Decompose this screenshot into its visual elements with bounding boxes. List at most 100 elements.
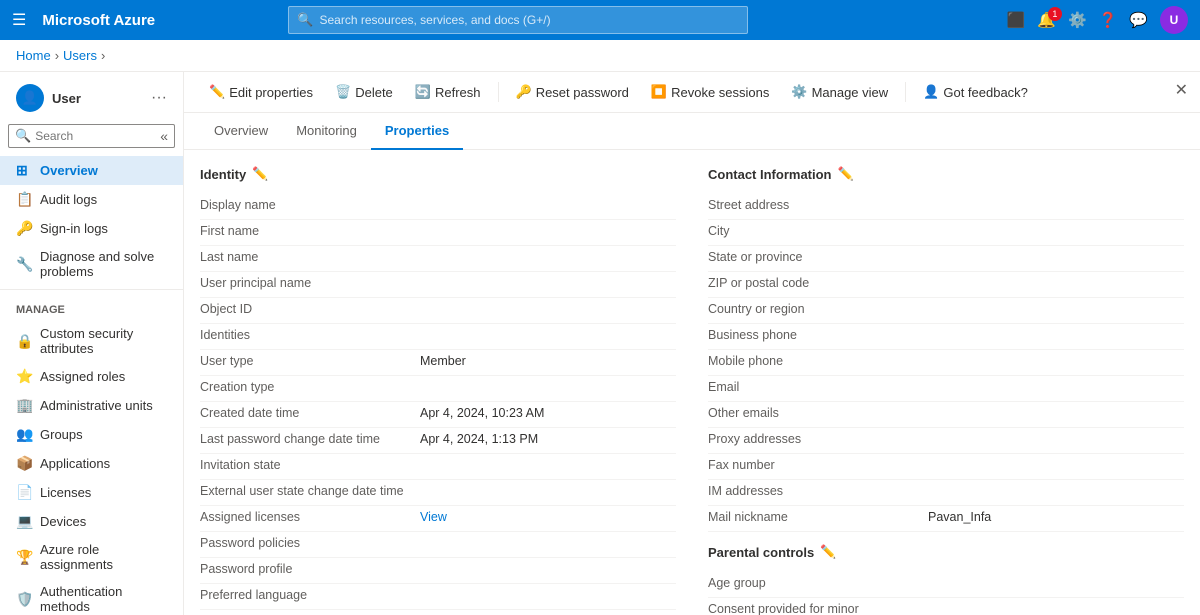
sidebar-item-assigned-roles-label: Assigned roles bbox=[40, 369, 125, 384]
sidebar-item-diagnose[interactable]: 🔧 Diagnose and solve problems bbox=[0, 243, 183, 285]
prop-row: Last name bbox=[200, 246, 676, 272]
prop-row: Identities bbox=[200, 324, 676, 350]
prop-row: Mobile phone bbox=[708, 350, 1184, 376]
sidebar-item-azure-role[interactable]: 🏆 Azure role assignments bbox=[0, 536, 183, 578]
delete-label: Delete bbox=[355, 85, 393, 100]
prop-row: External user state change date time bbox=[200, 480, 676, 506]
breadcrumb-users[interactable]: Users bbox=[63, 48, 97, 63]
prop-row: City bbox=[708, 220, 1184, 246]
prop-row: Display name bbox=[200, 194, 676, 220]
sidebar-item-devices[interactable]: 💻 Devices bbox=[0, 507, 183, 536]
hamburger-icon[interactable]: ☰ bbox=[12, 10, 26, 30]
prop-row: Business phone bbox=[708, 324, 1184, 350]
assigned-roles-icon: ⭐ bbox=[16, 368, 32, 385]
manage-view-button[interactable]: ⚙️ Manage view bbox=[782, 78, 897, 106]
tab-overview[interactable]: Overview bbox=[200, 113, 282, 150]
breadcrumb-sep2: › bbox=[101, 48, 105, 63]
sidebar-ellipsis-btn[interactable]: ··· bbox=[151, 89, 167, 107]
prop-label: Creation type bbox=[200, 380, 420, 394]
breadcrumb-home[interactable]: Home bbox=[16, 48, 51, 63]
tab-properties[interactable]: Properties bbox=[371, 113, 463, 150]
revoke-icon: ⏹️ bbox=[651, 84, 667, 100]
feedback-icon[interactable]: 💬 bbox=[1129, 11, 1148, 29]
prop-row: IM addresses bbox=[708, 480, 1184, 506]
feedback-label: Got feedback? bbox=[943, 85, 1028, 100]
settings-icon[interactable]: ⚙️ bbox=[1068, 11, 1087, 29]
sidebar-item-audit-label: Audit logs bbox=[40, 192, 97, 207]
prop-label: City bbox=[708, 224, 928, 238]
sidebar-collapse-icon[interactable]: « bbox=[160, 128, 168, 144]
sidebar-search-container: 🔍 « bbox=[8, 124, 175, 148]
admin-units-icon: 🏢 bbox=[16, 397, 32, 414]
sidebar-item-overview[interactable]: ⊞ Overview bbox=[0, 156, 183, 185]
sidebar-item-custom-security[interactable]: 🔒 Custom security attributes bbox=[0, 320, 183, 362]
parental-edit-icon[interactable]: ✏️ bbox=[820, 544, 836, 560]
prop-row: Preferred language bbox=[200, 584, 676, 610]
prop-label: Display name bbox=[200, 198, 420, 212]
identity-edit-icon[interactable]: ✏️ bbox=[252, 166, 268, 182]
prop-label: User principal name bbox=[200, 276, 420, 290]
sidebar-item-licenses[interactable]: 📄 Licenses bbox=[0, 478, 183, 507]
toolbar: ✏️ Edit properties 🗑️ Delete 🔄 Refresh 🔑… bbox=[184, 72, 1200, 113]
close-button[interactable]: ✕ bbox=[1175, 80, 1188, 100]
feedback-button[interactable]: 👤 Got feedback? bbox=[914, 78, 1037, 106]
identity-fields: Display name First nameLast name User prin… bbox=[200, 194, 676, 615]
prop-row: Password profile bbox=[200, 558, 676, 584]
licenses-icon: 📄 bbox=[16, 484, 32, 501]
avatar[interactable]: U bbox=[1160, 6, 1188, 34]
notifications-icon[interactable]: 🔔 1 bbox=[1037, 11, 1056, 29]
audit-icon: 📋 bbox=[16, 191, 32, 208]
delete-button[interactable]: 🗑️ Delete bbox=[326, 78, 402, 106]
prop-row: Invitation state bbox=[200, 454, 676, 480]
help-icon[interactable]: ❓ bbox=[1099, 11, 1118, 29]
edit-properties-button[interactable]: ✏️ Edit properties bbox=[200, 78, 322, 106]
contact-fields: Street addressCityState or provinceZIP o… bbox=[708, 194, 1184, 532]
prop-label: Mail nickname bbox=[708, 510, 928, 524]
sidebar-item-audit-logs[interactable]: 📋 Audit logs bbox=[0, 185, 183, 214]
main-content: ✕ ✏️ Edit properties 🗑️ Delete 🔄 Refresh… bbox=[184, 72, 1200, 615]
contact-section-title: Contact Information ✏️ bbox=[708, 166, 1184, 182]
refresh-button[interactable]: 🔄 Refresh bbox=[406, 78, 490, 106]
contact-edit-icon[interactable]: ✏️ bbox=[838, 166, 854, 182]
sidebar-item-applications-label: Applications bbox=[40, 456, 110, 471]
prop-label: Proxy addresses bbox=[708, 432, 928, 446]
prop-row: Object ID bbox=[200, 298, 676, 324]
terminal-icon[interactable]: ⬛ bbox=[1007, 11, 1026, 29]
custom-security-icon: 🔒 bbox=[16, 333, 32, 350]
search-placeholder: Search resources, services, and docs (G+… bbox=[319, 13, 550, 27]
sidebar-item-applications[interactable]: 📦 Applications bbox=[0, 449, 183, 478]
reset-password-button[interactable]: 🔑 Reset password bbox=[507, 78, 638, 106]
notifications-badge: 1 bbox=[1048, 7, 1062, 21]
sidebar-item-admin-units[interactable]: 🏢 Administrative units bbox=[0, 391, 183, 420]
global-search[interactable]: 🔍 Search resources, services, and docs (… bbox=[288, 6, 748, 34]
prop-value: Pavan_Infa bbox=[928, 510, 991, 524]
prop-label: Business phone bbox=[708, 328, 928, 342]
prop-row: Age group bbox=[708, 572, 1184, 598]
sidebar-user: 👤 User bbox=[16, 84, 81, 112]
sidebar-item-groups-label: Groups bbox=[40, 427, 83, 442]
sidebar-search-input[interactable] bbox=[35, 129, 152, 143]
prop-row: Other emails bbox=[708, 402, 1184, 428]
prop-row: First name bbox=[200, 220, 676, 246]
prop-label: Country or region bbox=[708, 302, 928, 316]
prop-row: ZIP or postal code bbox=[708, 272, 1184, 298]
sidebar-item-assigned-roles[interactable]: ⭐ Assigned roles bbox=[0, 362, 183, 391]
prop-row: Sign in sessions valid from date timeApr… bbox=[200, 610, 676, 615]
contact-title-text: Contact Information bbox=[708, 167, 832, 182]
tab-monitoring[interactable]: Monitoring bbox=[282, 113, 371, 150]
prop-value: Apr 4, 2024, 10:23 AM bbox=[420, 406, 544, 420]
revoke-sessions-button[interactable]: ⏹️ Revoke sessions bbox=[642, 78, 778, 106]
manage-view-label: Manage view bbox=[812, 85, 889, 100]
prop-row: Proxy addresses bbox=[708, 428, 1184, 454]
devices-icon: 💻 bbox=[16, 513, 32, 530]
sidebar-item-sign-in-logs[interactable]: 🔑 Sign-in logs bbox=[0, 214, 183, 243]
sidebar-item-groups[interactable]: 👥 Groups bbox=[0, 420, 183, 449]
prop-value[interactable]: View bbox=[420, 510, 447, 524]
parental-fields: Age groupConsent provided for minorLegal… bbox=[708, 572, 1184, 615]
sidebar-item-auth-methods[interactable]: 🛡️ Authentication methods bbox=[0, 578, 183, 615]
auth-methods-icon: 🛡️ bbox=[16, 591, 32, 608]
prop-label: User type bbox=[200, 354, 420, 368]
breadcrumb: Home › Users › bbox=[0, 40, 1200, 72]
manage-section-label: Manage bbox=[0, 294, 183, 320]
reset-password-icon: 🔑 bbox=[516, 84, 532, 100]
